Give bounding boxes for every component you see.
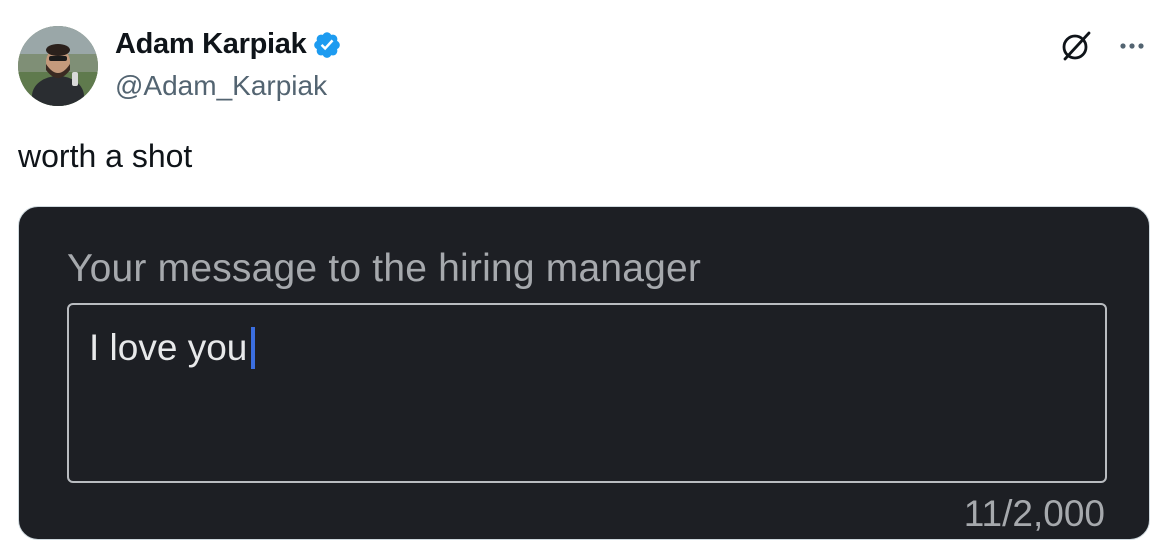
more-options-icon[interactable]: [1114, 28, 1150, 64]
text-cursor: [251, 327, 256, 369]
message-value: I love you: [89, 327, 248, 368]
message-text-wrapper: I love you: [89, 327, 256, 369]
message-field-label: Your message to the hiring manager: [67, 247, 702, 290]
character-counter: 11/2,000: [963, 493, 1105, 534]
tweet-text: worth a shot: [18, 138, 193, 174]
author-handle[interactable]: @Adam_Karpiak: [115, 70, 327, 102]
grok-icon[interactable]: [1058, 28, 1094, 64]
avatar-photo: [18, 26, 98, 106]
message-textarea: I love you: [67, 303, 1107, 483]
display-name[interactable]: Adam Karpiak: [115, 28, 307, 61]
avatar[interactable]: [18, 26, 98, 106]
tweet: Adam Karpiak @Adam_Karpiak worth a shot …: [0, 0, 1174, 556]
verified-badge-icon[interactable]: [312, 30, 342, 60]
tweet-media-image[interactable]: Your message to the hiring manager I lov…: [18, 206, 1150, 540]
author-name-row: Adam Karpiak: [115, 28, 342, 61]
